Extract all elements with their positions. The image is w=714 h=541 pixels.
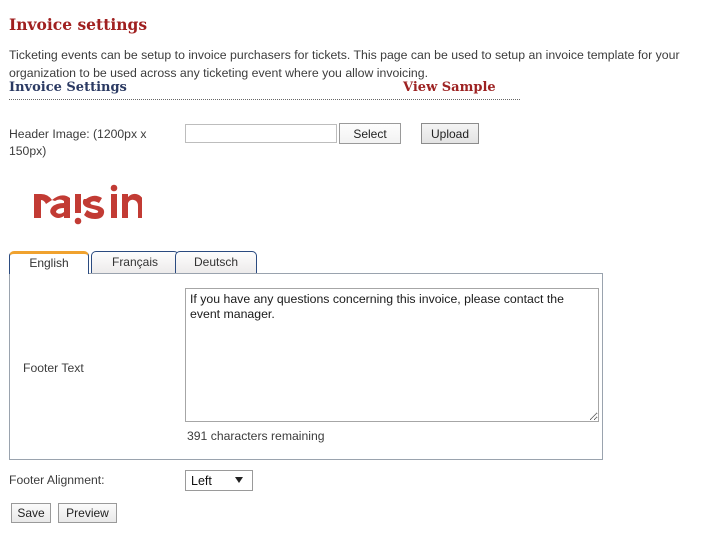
section-title: Invoice Settings <box>9 80 127 95</box>
upload-button[interactable]: Upload <box>421 123 479 144</box>
invoice-settings-page: Invoice settings Ticketing events can be… <box>0 0 714 541</box>
select-file-button[interactable]: Select <box>339 123 401 144</box>
language-tabs: English Français Deutsch <box>9 251 609 275</box>
header-image-path-input[interactable] <box>185 124 337 143</box>
tab-english[interactable]: English <box>9 251 89 274</box>
tab-deutsch[interactable]: Deutsch <box>175 251 257 274</box>
section-header: Invoice Settings View Sample <box>9 80 520 102</box>
footer-alignment-label: Footer Alignment: <box>9 473 105 487</box>
footer-alignment-row: Footer Alignment: Left Center Right <box>9 470 409 492</box>
footer-alignment-select[interactable]: Left Center Right <box>185 470 253 491</box>
form-actions: Save Preview <box>11 503 311 525</box>
character-count: 391 characters remaining <box>187 429 325 443</box>
tab-francais[interactable]: Français <box>91 251 179 274</box>
intro-paragraph: Ticketing events can be setup to invoice… <box>9 48 680 81</box>
tab-panel-english: Footer Text 391 characters remaining <box>9 273 603 460</box>
save-button[interactable]: Save <box>11 503 51 523</box>
raisin-logo <box>32 182 142 230</box>
page-title: Invoice settings <box>9 15 148 35</box>
preview-button[interactable]: Preview <box>58 503 117 523</box>
header-image-row: Header Image: (1200px x 150px) Select Up… <box>9 123 699 163</box>
footer-text-label: Footer Text <box>23 361 84 375</box>
view-sample-link[interactable]: View Sample <box>403 80 496 95</box>
header-image-label: Header Image: (1200px x 150px) <box>9 127 147 158</box>
section-divider <box>9 99 520 100</box>
footer-text-input[interactable] <box>185 288 599 422</box>
